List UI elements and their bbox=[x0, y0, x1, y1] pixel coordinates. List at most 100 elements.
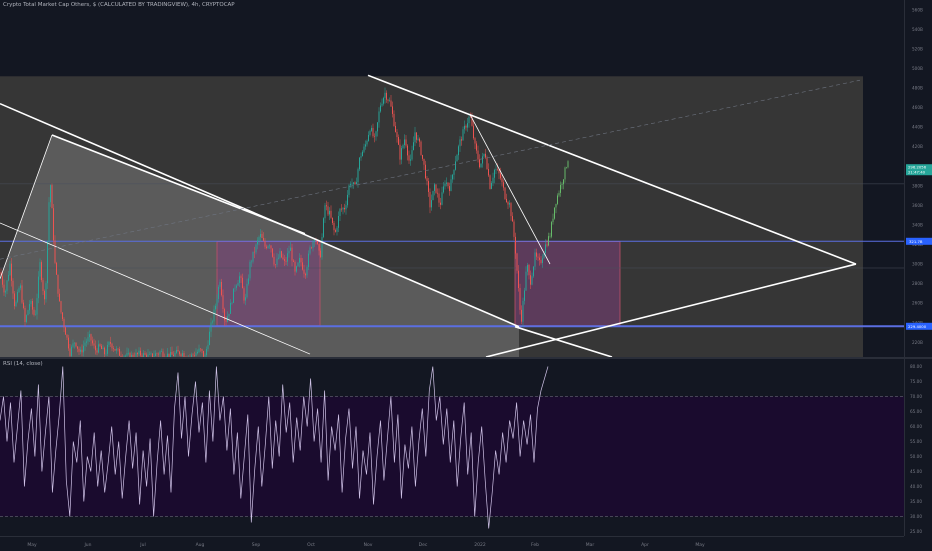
candle-body bbox=[299, 258, 300, 263]
candle-body bbox=[253, 252, 254, 262]
candle-body bbox=[461, 139, 462, 140]
candle-body bbox=[539, 258, 540, 260]
demand-zone-1 bbox=[217, 242, 320, 326]
candle-body bbox=[410, 159, 411, 160]
candle-body bbox=[5, 291, 6, 292]
candle-body bbox=[83, 346, 84, 352]
candle-body bbox=[373, 128, 374, 136]
candle-body bbox=[457, 155, 458, 161]
time-tick-label: Nov bbox=[364, 542, 373, 548]
candle-body bbox=[559, 193, 560, 196]
candle-body bbox=[22, 285, 23, 302]
price-tick-label: 380B bbox=[912, 183, 923, 188]
candle-body bbox=[34, 310, 35, 315]
candle-body bbox=[388, 100, 389, 101]
candle-body bbox=[43, 280, 44, 291]
candle-body bbox=[313, 241, 314, 248]
candle-body bbox=[512, 216, 513, 221]
candle-body bbox=[158, 354, 159, 355]
time-axis[interactable]: MayJunJulAugSepOctNovDec2022FebMarAprMay bbox=[0, 536, 904, 551]
candle-body bbox=[368, 135, 369, 141]
candle-body bbox=[74, 343, 75, 344]
candle-body bbox=[274, 257, 275, 265]
candle-body bbox=[176, 350, 177, 353]
candle-body bbox=[239, 276, 240, 283]
candle-body bbox=[479, 159, 480, 167]
candle-body bbox=[317, 241, 318, 244]
candle-body bbox=[382, 104, 383, 106]
candle-body bbox=[76, 343, 77, 347]
candle-body bbox=[235, 288, 236, 289]
candle-body bbox=[256, 244, 257, 252]
candle-body bbox=[434, 184, 435, 191]
candle-body bbox=[82, 350, 83, 353]
candle-body bbox=[293, 261, 294, 262]
candle-body bbox=[446, 183, 447, 184]
candle-body bbox=[425, 165, 426, 178]
candle-body bbox=[214, 309, 215, 321]
candle-body bbox=[173, 355, 174, 356]
rsi-tick-label: 30.00 bbox=[910, 514, 922, 519]
rsi-tick-label: 40.00 bbox=[910, 484, 922, 489]
time-tick-label: Jun bbox=[83, 542, 91, 548]
candle-body bbox=[493, 178, 494, 183]
rsi-axis[interactable]: 80.0075.0070.0065.0060.0055.0050.0045.00… bbox=[904, 359, 932, 536]
candle-body bbox=[268, 246, 269, 248]
candle-body bbox=[64, 319, 65, 327]
candle-body bbox=[358, 169, 359, 182]
candle-body bbox=[482, 156, 483, 163]
candle-body bbox=[404, 139, 405, 145]
candle-body bbox=[230, 303, 231, 314]
candle-body bbox=[73, 343, 74, 346]
candle-body bbox=[259, 237, 260, 240]
candle-body bbox=[352, 184, 353, 185]
candle-body bbox=[416, 132, 417, 139]
candle-body bbox=[245, 297, 246, 300]
candle-body bbox=[79, 349, 80, 352]
rsi-pane[interactable] bbox=[0, 359, 904, 536]
candle-body bbox=[280, 251, 281, 258]
price-axis[interactable]: 560B540B520B500B480B460B440B420B400B380B… bbox=[904, 0, 932, 357]
candle-body bbox=[116, 349, 117, 351]
rsi-tick-label: 75.00 bbox=[910, 379, 922, 384]
candle-body bbox=[347, 195, 348, 205]
candle-body bbox=[200, 349, 201, 350]
candle-body bbox=[229, 314, 230, 316]
candle-body bbox=[19, 288, 20, 292]
candle-body bbox=[127, 353, 128, 356]
price-tick-label: 300B bbox=[912, 262, 923, 267]
time-tick-label: May bbox=[695, 542, 705, 548]
time-tick-label: Jul bbox=[139, 542, 145, 548]
candle-body bbox=[41, 262, 42, 280]
candle-body bbox=[389, 100, 390, 101]
candle-body bbox=[118, 349, 119, 350]
price-pane[interactable] bbox=[0, 0, 904, 357]
candle-body bbox=[199, 349, 200, 352]
candle-body bbox=[340, 209, 341, 216]
candle-body bbox=[17, 292, 18, 302]
candle-body bbox=[328, 206, 329, 214]
candle-body bbox=[226, 320, 227, 322]
candle-body bbox=[182, 353, 183, 356]
candle-body bbox=[545, 244, 546, 253]
candle-body bbox=[23, 303, 24, 308]
candle-body bbox=[106, 354, 107, 355]
candle-body bbox=[562, 184, 563, 185]
candle-body bbox=[494, 170, 495, 178]
candle-body bbox=[403, 145, 404, 148]
candle-body bbox=[361, 156, 362, 157]
candle-body bbox=[377, 122, 378, 131]
candle-body bbox=[422, 155, 423, 159]
candle-body bbox=[103, 348, 104, 349]
candle-body bbox=[251, 262, 252, 263]
level-upper-text: 321.7B bbox=[909, 239, 923, 244]
candle-body bbox=[421, 142, 422, 155]
candle-body bbox=[8, 275, 9, 280]
candle-body bbox=[271, 246, 272, 249]
candle-body bbox=[319, 244, 320, 251]
candle-body bbox=[212, 321, 213, 322]
candle-body bbox=[473, 126, 474, 138]
candle-body bbox=[2, 276, 3, 284]
candle-body bbox=[101, 346, 102, 349]
candle-body bbox=[175, 353, 176, 356]
